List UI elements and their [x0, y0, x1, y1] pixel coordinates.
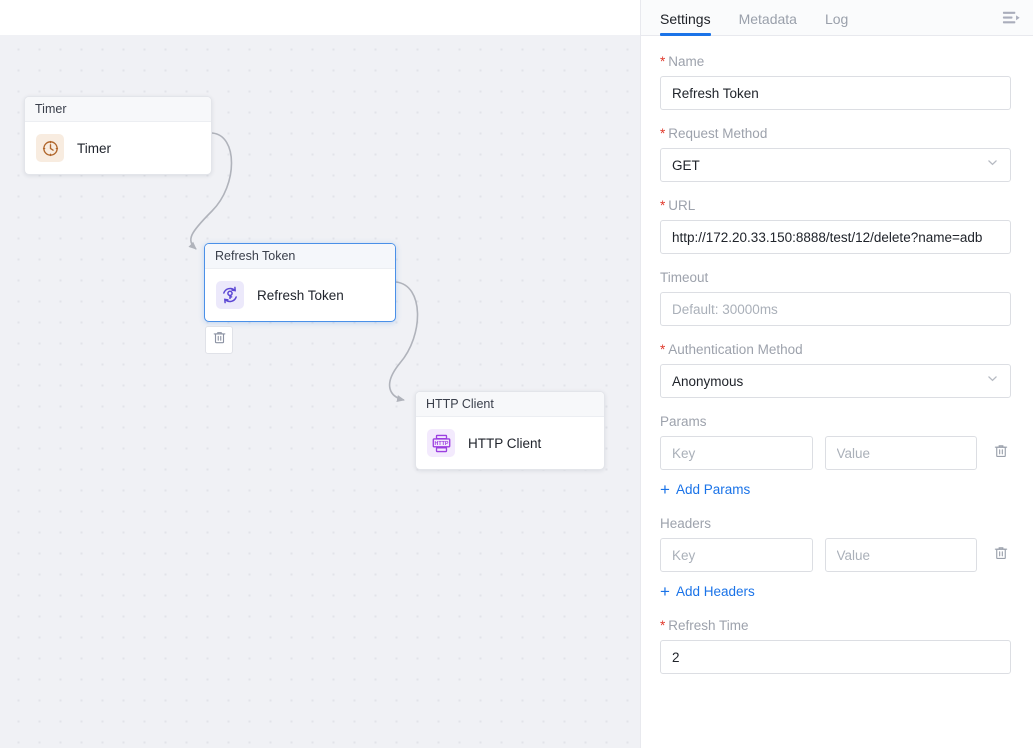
- node-header-title: Refresh Token: [205, 244, 395, 269]
- flow-editor-pane: Timer Timer Refresh Token: [0, 0, 640, 748]
- required-marker: *: [660, 126, 665, 141]
- label-text: Request Method: [668, 126, 767, 141]
- delete-param-row-button[interactable]: [991, 442, 1011, 464]
- field-headers: Headers: [660, 516, 1011, 602]
- field-label-name: *Name: [660, 54, 1011, 69]
- tab-log[interactable]: Log: [825, 11, 848, 35]
- tab-metadata[interactable]: Metadata: [739, 11, 797, 35]
- params-row: [660, 436, 1011, 470]
- flow-node-http-client[interactable]: HTTP Client HTTP HTTP Client: [415, 391, 605, 470]
- node-label: HTTP Client: [468, 436, 541, 451]
- flow-canvas[interactable]: Timer Timer Refresh Token: [0, 35, 640, 748]
- field-refresh-time: *Refresh Time: [660, 618, 1011, 674]
- url-input[interactable]: [660, 220, 1011, 254]
- list-expand-icon[interactable]: [1000, 8, 1022, 28]
- field-request-method: *Request Method: [660, 126, 1011, 182]
- name-input[interactable]: [660, 76, 1011, 110]
- required-marker: *: [660, 342, 665, 357]
- params-value-input[interactable]: [825, 436, 978, 470]
- label-text: URL: [668, 198, 695, 213]
- required-marker: *: [660, 198, 665, 213]
- node-header-title: HTTP Client: [416, 392, 604, 417]
- trash-icon: [993, 545, 1009, 566]
- label-text: Authentication Method: [668, 342, 802, 357]
- headers-key-input[interactable]: [660, 538, 813, 572]
- tab-settings[interactable]: Settings: [660, 11, 711, 35]
- authentication-method-select[interactable]: [660, 364, 1011, 398]
- field-label-params: Params: [660, 414, 1011, 429]
- delete-header-row-button[interactable]: [991, 544, 1011, 566]
- headers-value-input[interactable]: [825, 538, 978, 572]
- add-headers-button[interactable]: + Add Headers: [660, 583, 755, 600]
- add-headers-label: Add Headers: [676, 584, 755, 599]
- label-text: Name: [668, 54, 704, 69]
- app-root: Timer Timer Refresh Token: [0, 0, 1033, 748]
- authentication-method-value[interactable]: [660, 364, 1011, 398]
- headers-row: [660, 538, 1011, 572]
- required-marker: *: [660, 618, 665, 633]
- settings-form[interactable]: *Name *Request Method: [641, 36, 1033, 748]
- field-label-refresh-time: *Refresh Time: [660, 618, 1011, 633]
- plus-icon: +: [660, 481, 670, 498]
- flow-node-timer[interactable]: Timer Timer: [24, 96, 212, 175]
- node-header-title: Timer: [25, 97, 211, 122]
- field-label-url: *URL: [660, 198, 1011, 213]
- settings-pane: Settings Metadata Log *Name: [640, 0, 1033, 748]
- refresh-token-icon: [216, 281, 244, 309]
- label-text: Refresh Time: [668, 618, 748, 633]
- field-label-timeout: Timeout: [660, 270, 1011, 285]
- field-url: *URL: [660, 198, 1011, 254]
- request-method-select[interactable]: [660, 148, 1011, 182]
- canvas-toolbar: [0, 0, 640, 35]
- field-params: Params: [660, 414, 1011, 500]
- add-params-label: Add Params: [676, 482, 750, 497]
- node-label: Timer: [77, 141, 111, 156]
- required-marker: *: [660, 54, 665, 69]
- delete-node-button[interactable]: [205, 326, 233, 354]
- trash-icon: [993, 443, 1009, 464]
- field-label-headers: Headers: [660, 516, 1011, 531]
- panel-tabbar: Settings Metadata Log: [641, 0, 1033, 36]
- node-body: Timer: [25, 122, 211, 174]
- refresh-time-input[interactable]: [660, 640, 1011, 674]
- trash-icon: [212, 330, 227, 350]
- field-name: *Name: [660, 54, 1011, 110]
- svg-text:HTTP: HTTP: [434, 440, 448, 446]
- http-client-icon: HTTP: [427, 429, 455, 457]
- field-authentication-method: *Authentication Method: [660, 342, 1011, 398]
- field-timeout: Timeout: [660, 270, 1011, 326]
- node-body: Refresh Token: [205, 269, 395, 321]
- add-params-button[interactable]: + Add Params: [660, 481, 750, 498]
- request-method-value[interactable]: [660, 148, 1011, 182]
- node-body: HTTP HTTP Client: [416, 417, 604, 469]
- clock-icon: [36, 134, 64, 162]
- node-label: Refresh Token: [257, 288, 344, 303]
- timeout-input[interactable]: [660, 292, 1011, 326]
- plus-icon: +: [660, 583, 670, 600]
- params-key-input[interactable]: [660, 436, 813, 470]
- field-label-authentication-method: *Authentication Method: [660, 342, 1011, 357]
- field-label-request-method: *Request Method: [660, 126, 1011, 141]
- flow-node-refresh-token[interactable]: Refresh Token Refresh Token: [204, 243, 396, 322]
